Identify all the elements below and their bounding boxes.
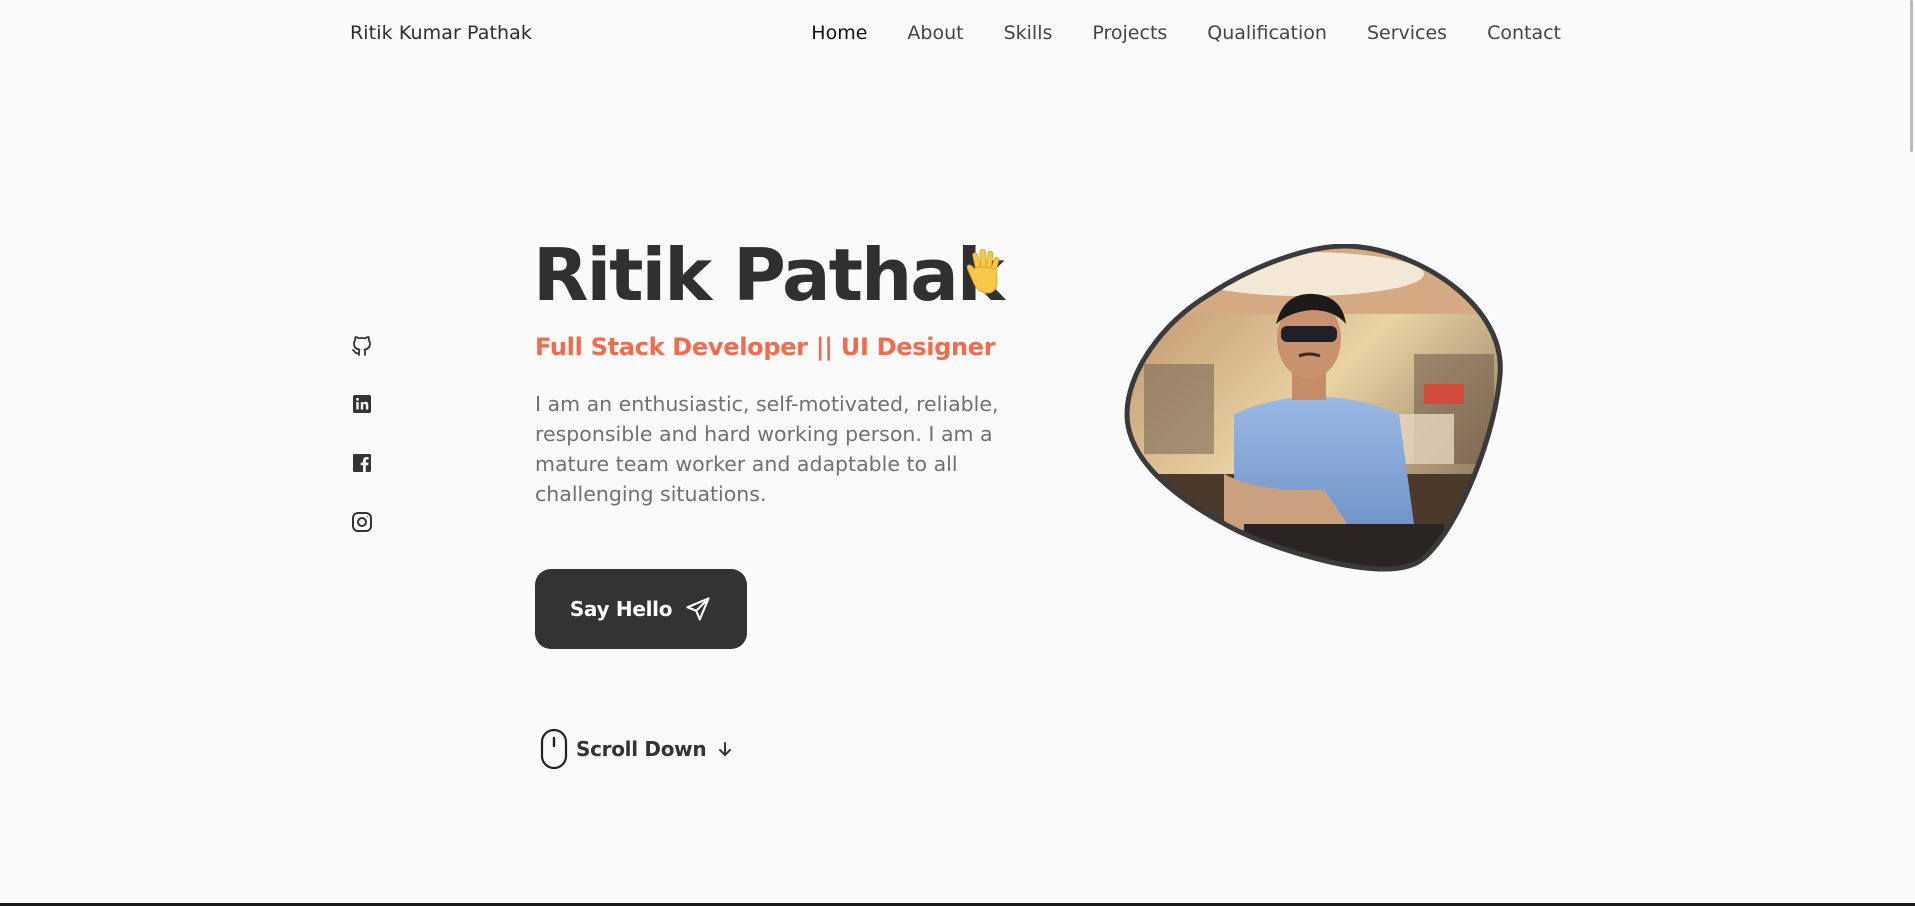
main-nav: Home About Skills Projects Qualification…	[811, 22, 1561, 44]
hero-description: I am an enthusiastic, self-motivated, re…	[535, 392, 999, 506]
instagram-icon[interactable]	[350, 510, 374, 534]
nav-about[interactable]: About	[907, 22, 963, 44]
profile-photo	[1124, 244, 1503, 572]
page-scrollbar[interactable]	[1910, 0, 1913, 152]
linkedin-icon[interactable]	[350, 392, 374, 416]
nav-services[interactable]: Services	[1367, 22, 1447, 44]
brand-name[interactable]: Ritik Kumar Pathak	[350, 22, 532, 44]
say-hello-label: Say Hello	[569, 597, 673, 621]
nav-skills[interactable]: Skills	[1004, 22, 1053, 44]
facebook-icon[interactable]	[350, 451, 374, 475]
arrow-down-icon	[719, 742, 732, 756]
scroll-down-link[interactable]: Scroll Down	[540, 728, 734, 770]
hero-name: Ritik Pathak	[533, 233, 1005, 317]
say-hello-button[interactable]: Say Hello	[535, 569, 747, 649]
send-icon	[686, 597, 710, 621]
mouse-icon	[540, 728, 568, 770]
nav-contact[interactable]: Contact	[1487, 22, 1561, 44]
hero-role: Full Stack Developer || UI Designer	[535, 333, 996, 361]
nav-home[interactable]: Home	[811, 22, 867, 44]
scroll-down-label: Scroll Down	[576, 737, 707, 761]
nav-qualification[interactable]: Qualification	[1207, 22, 1327, 44]
waving-hand-icon	[966, 248, 1000, 294]
nav-projects[interactable]: Projects	[1092, 22, 1167, 44]
github-icon[interactable]	[350, 334, 374, 358]
